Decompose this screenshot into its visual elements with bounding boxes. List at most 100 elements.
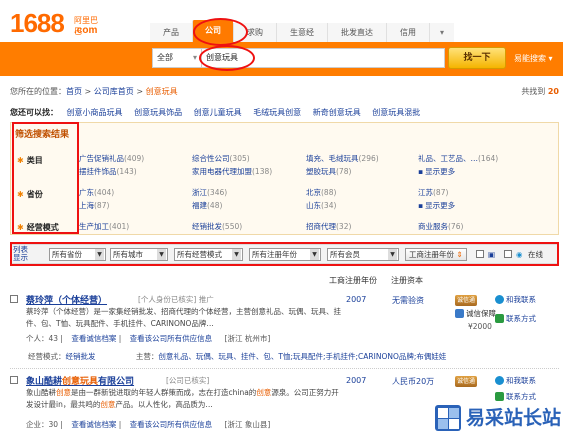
col-head-reg-capital: 注册资本 [391, 276, 423, 285]
divider [10, 368, 559, 369]
show-more-link[interactable]: ▪ 显示更多 [418, 166, 455, 177]
card-icon [495, 314, 504, 323]
guarantee-amount: ¥2000 [468, 322, 492, 331]
filter-option[interactable]: 商业服务(76) [418, 221, 463, 232]
breadcrumb-current: 创意玩具 [145, 87, 178, 96]
related-keyword[interactable]: 创意玩具混批 [372, 108, 420, 117]
chevron-down-icon: ▼ [95, 249, 104, 260]
filter-option[interactable]: 生产加工(401) [79, 221, 129, 232]
trust-guarantee: 诚信保障 [455, 308, 496, 319]
breadcrumb-lib[interactable]: 公司库首页 [94, 87, 134, 96]
chevron-down-icon: ▼ [388, 249, 397, 260]
filter-option[interactable]: 上海(87) [79, 200, 109, 211]
filter-option[interactable]: 招商代理(32) [306, 221, 351, 232]
company-business: 经营模式：经销批发 主营：创意礼品、玩偶、玩具、挂件、包、T恤;玩具配件;手机挂… [28, 352, 447, 361]
province-select[interactable]: 所有省份 ▼ [49, 248, 106, 261]
filter-option[interactable]: 塑胶玩具(78) [306, 166, 351, 177]
filter-option[interactable]: 综合性公司(305) [192, 153, 250, 164]
tab-business[interactable]: 生意经 [276, 23, 327, 42]
shield-icon [455, 309, 464, 318]
reg-capital: 人民币20万 [392, 377, 435, 386]
site-watermark: 易采站长站 [433, 401, 563, 435]
filter-panel: 筛选搜索结果 ✱ 类目 广告促销礼品(409) 综合性公司(305) 填充、毛绒玩… [10, 122, 559, 235]
expand-icon: ▪ [418, 201, 424, 210]
filter-option[interactable]: 填充、毛绒玩具(296) [306, 153, 379, 164]
company-name-link[interactable]: 象山酷耕创意玩具有限公司 [26, 374, 134, 387]
credit-file-link[interactable]: 查看诚信档案 [71, 334, 116, 343]
chevron-down-icon: ▼ [310, 249, 319, 260]
tab-wholesale[interactable]: 批发直达 [327, 23, 386, 42]
result-checkbox[interactable] [10, 376, 18, 384]
all-supply-link[interactable]: 查看该公司所有供应信息 [130, 334, 213, 343]
mode-select[interactable]: 所有经营模式 ▼ [174, 248, 243, 261]
chevron-down-icon: ▾ [192, 53, 197, 62]
filter-option[interactable]: 江苏(87) [418, 187, 448, 198]
all-supply-link[interactable]: 查看该公司所有供应信息 [130, 420, 213, 429]
filter-option[interactable]: 广东(404) [79, 187, 114, 198]
result-item: 蔡玲萍（个体经营） [个人身份已核实] 推广 蔡玲萍（个体经营）是一家集经销批发… [10, 293, 559, 365]
filter-title: 筛选搜索结果 [15, 130, 70, 140]
company-description: 象山酷耕创意是由一群新锐进取的年轻人群策而成，志在打造china的创意源泉。公司… [26, 388, 339, 409]
company-name-link[interactable]: 蔡玲萍（个体经营） [26, 293, 107, 306]
company-location: [浙江 杭州市] [224, 334, 271, 343]
watermark-logo-icon [435, 405, 461, 431]
online-icon: ◉ [516, 250, 523, 259]
breadcrumb-prefix: 您所在的位置： [10, 87, 66, 96]
related-keyword[interactable]: 新奇创意玩具 [313, 108, 361, 117]
reg-year: 2007 [346, 376, 367, 385]
credit-file-link[interactable]: 查看诚信档案 [71, 420, 116, 429]
sort-icon: ⇕ [454, 250, 463, 259]
col-head-reg-year: 工商注册年份 [329, 276, 377, 285]
contact-info-link[interactable]: ¥2000联系方式 [495, 313, 536, 324]
filter-option[interactable]: 福建(48) [192, 200, 222, 211]
related-keyword[interactable]: 创意玩具饰品 [134, 108, 182, 117]
related-label: 您还可以找： [10, 108, 58, 117]
filter-checkbox[interactable] [476, 250, 484, 258]
search-category-value: 全部 [157, 53, 173, 62]
online-label: 在线 [528, 250, 543, 259]
show-more-link[interactable]: ▪ 显示更多 [418, 200, 455, 211]
search-input[interactable]: 创意玩具 [202, 48, 445, 68]
card-icon [495, 392, 504, 401]
tab-company[interactable]: 公司 [192, 20, 233, 42]
breadcrumb-home[interactable]: 首页 [66, 87, 82, 96]
search-button[interactable]: 找一下 [448, 47, 506, 69]
site-logo[interactable]: 1688 阿里巴巴 .com [10, 8, 100, 40]
filter-option[interactable]: 经销批发(550) [192, 221, 242, 232]
breadcrumb-sep: > [136, 87, 144, 96]
city-select[interactable]: 所有城市 ▼ [110, 248, 168, 261]
filter-checkbox[interactable] [504, 250, 512, 258]
tab-credit[interactable]: 信用 [386, 23, 429, 42]
filter-option[interactable]: 浙江(346) [192, 187, 227, 198]
filter-option[interactable]: 北京(88) [306, 187, 336, 198]
list-mode-toggle[interactable]: 列表 显示 [13, 246, 28, 262]
reg-year-select[interactable]: 所有注册年份 ▼ [249, 248, 321, 261]
related-keyword[interactable]: 创意小商品玩具 [67, 108, 123, 117]
contact-me-link[interactable]: 和我联系 [495, 294, 536, 305]
tab-buy[interactable]: 求购 [233, 23, 276, 42]
result-checkbox[interactable] [10, 295, 18, 303]
chevron-down-icon: ▼ [232, 249, 241, 260]
filter-option[interactable]: 礼品、工艺品、…(164) [418, 153, 498, 164]
breadcrumb: 您所在的位置：首页 > 公司库首页 > 创意玩具 [10, 86, 178, 97]
logo-com: .com [74, 25, 98, 36]
total-prefix: 共找到 [521, 87, 546, 96]
member-select[interactable]: 所有会员 ▼ [327, 248, 399, 261]
contact-me-link[interactable]: 和我联系 [495, 375, 536, 386]
reg-year-sort-button[interactable]: 工商注册年份 ⇕ [405, 248, 467, 261]
filter-label-province: ✱ 省份 [17, 190, 43, 199]
filter-option[interactable]: 广告促销礼品(409) [79, 153, 144, 164]
easy-search-link[interactable]: 易能搜索 ▾ [514, 53, 553, 64]
related-keyword[interactable]: 创意儿童玩具 [194, 108, 242, 117]
filter-option[interactable]: 摆挂件饰品(143) [79, 166, 137, 177]
tab-more-dropdown[interactable]: ▾ [429, 23, 455, 42]
search-category-select[interactable]: 全部 ▾ [152, 48, 202, 68]
reg-year: 2007 [346, 295, 367, 304]
header: 1688 阿里巴巴 .com 产品 公司 求购 生意经 批发直达 信用 ▾ 全部… [0, 0, 563, 78]
company-meta: 企业：30 | 查看诚信档案 | 查看该公司所有供应信息 [浙江 象山县] [26, 420, 271, 429]
related-keyword[interactable]: 毛绒玩具创意 [253, 108, 301, 117]
logo-mark: 1688 [10, 8, 65, 38]
filter-option[interactable]: 山东(34) [306, 200, 336, 211]
filter-option[interactable]: 家用电器代理加盟(138) [192, 166, 272, 177]
tab-products[interactable]: 产品 [150, 23, 192, 42]
